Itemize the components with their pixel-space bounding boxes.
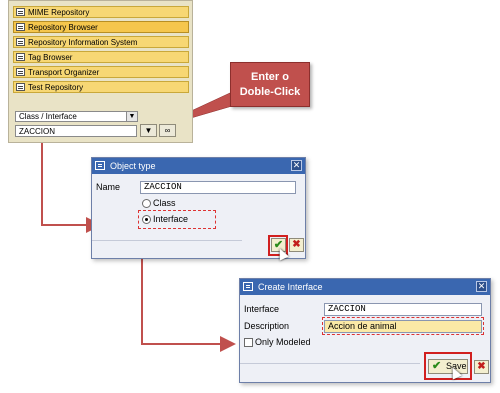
nav-label: Test Repository [28,83,84,92]
dialog-icon [243,282,253,291]
callout-line-2: Doble-Click [239,86,301,98]
interface-name-field[interactable]: ZACCION [324,303,482,316]
arrow-to-create-interface [141,258,236,352]
mime-icon [16,8,25,16]
only-modeled-label: Only Modeled [255,337,311,347]
create-interface-dialog: Create Interface ✕ Interface ZACCION Des… [239,278,491,383]
divider [240,363,420,364]
workbench-panel: MIME Repository Repository Browser Repos… [8,0,193,143]
nav-test-repository[interactable]: Test Repository [13,81,189,93]
object-name-field[interactable]: ZACCION [140,181,296,194]
instruction-callout: Enter o Doble-Click [230,62,310,107]
description-field[interactable]: Accion de animal [324,320,482,333]
nav-label: MIME Repository [28,8,90,17]
transport-icon [16,68,25,76]
object-list-value: Class / Interface [19,112,77,121]
only-modeled-checkbox[interactable] [244,338,253,347]
nav-repository-information-system[interactable]: Repository Information System [13,36,189,48]
repository-browser-icon [16,23,25,31]
save-button[interactable]: ✔ Save [428,359,468,374]
nav-tag-browser[interactable]: Tag Browser [13,51,189,63]
dialog-title-bar: Object type ✕ [92,158,305,174]
callout-line-1: Enter o [251,71,289,83]
dialog-title: Object type [110,161,156,171]
glasses-icon: ∞ [164,126,171,135]
radio-class[interactable] [142,199,151,208]
cancel-icon: ✖ [292,239,301,250]
object-type-dialog: Object type ✕ Name ZACCION Class Interfa… [91,157,306,261]
radio-interface[interactable] [142,215,151,224]
dialog-title-bar: Create Interface ✕ [240,279,490,295]
arrow-to-object-type [41,141,102,233]
dialog-icon [95,161,105,170]
tag-browser-icon [16,53,25,61]
divider [92,240,242,241]
interface-label: Interface [244,304,280,314]
close-icon[interactable]: ✕ [476,281,487,292]
radio-class-label: Class [153,198,176,208]
test-repository-icon [16,83,25,91]
close-icon[interactable]: ✕ [291,160,302,171]
triangle-down-icon: ▼ [144,126,153,135]
nav-repository-browser[interactable]: Repository Browser [13,21,189,33]
nav-transport-organizer[interactable]: Transport Organizer [13,66,189,78]
glasses-button[interactable]: ∞ [159,124,176,137]
radio-interface-label: Interface [153,214,189,224]
chevron-down-icon[interactable]: ▼ [126,112,137,121]
display-button[interactable]: ▼ [140,124,157,137]
cancel-button[interactable]: ✖ [289,238,304,252]
name-label: Name [96,182,121,192]
cancel-button[interactable]: ✖ [474,360,489,374]
object-name-input[interactable]: ZACCION [15,125,137,137]
checkmark-icon: ✔ [432,360,442,372]
nav-label: Repository Information System [28,38,138,47]
info-system-icon [16,38,25,46]
nav-label: Tag Browser [28,53,73,62]
object-list-dropdown[interactable]: Class / Interface ▼ [15,111,138,122]
nav-label: Transport Organizer [28,68,100,77]
dialog-title: Create Interface [258,282,323,292]
nav-label: Repository Browser [28,23,98,32]
cancel-icon: ✖ [477,361,486,372]
description-label: Description [244,321,290,331]
nav-mime-repository[interactable]: MIME Repository [13,6,189,18]
